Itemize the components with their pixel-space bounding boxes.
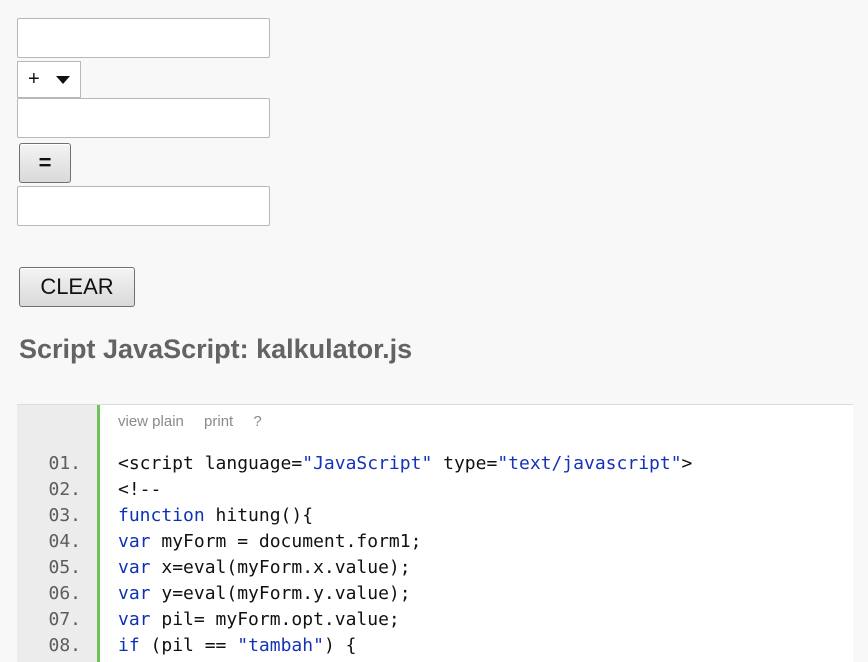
code-token: pil= myForm.opt.value;	[150, 609, 400, 630]
line-number: 07.	[48, 609, 81, 630]
code-token: myForm = document.form1;	[150, 531, 422, 552]
result-field[interactable]	[17, 186, 270, 226]
code-line: 06. var y=eval(myForm.y.value);	[17, 581, 853, 607]
code-token: >	[681, 453, 693, 474]
code-text: var y=eval(myForm.y.value);	[118, 581, 411, 607]
clear-button[interactable]: CLEAR	[19, 267, 135, 307]
code-text: <!--	[118, 477, 161, 503]
code-block: view plain print ? 01. <script language="…	[17, 404, 853, 662]
first-number-input[interactable]	[17, 18, 270, 58]
operator-select[interactable]: +	[17, 61, 81, 98]
page: + = CLEAR Script JavaScript: kalkulator.…	[0, 0, 868, 662]
code-token: ) {	[323, 635, 357, 656]
code-token: y=eval(myForm.y.value);	[150, 583, 411, 604]
code-keyword: if	[118, 635, 140, 656]
code-line: 03. function hitung(){	[17, 503, 853, 529]
code-string: "tambah"	[237, 635, 324, 656]
operator-selected-value: +	[28, 68, 40, 90]
line-number: 06.	[48, 583, 81, 604]
code-toolbar: view plain print ?	[118, 413, 278, 430]
code-token: <script language=	[118, 453, 303, 474]
code-text: var pil= myForm.opt.value;	[118, 607, 400, 633]
code-token: type=	[432, 453, 498, 474]
code-keyword: function	[118, 505, 205, 526]
help-link[interactable]: ?	[253, 413, 261, 430]
line-number: 04.	[48, 531, 81, 552]
code-line: 04. var myForm = document.form1;	[17, 529, 853, 555]
code-token: hitung(){	[204, 505, 314, 526]
equals-button[interactable]: =	[19, 143, 71, 183]
code-string: "text/javascript"	[497, 453, 682, 474]
code-text: <script language="JavaScript" type="text…	[118, 451, 692, 477]
print-link[interactable]: print	[204, 413, 233, 430]
chevron-down-icon	[56, 75, 70, 84]
code-line: 07. var pil= myForm.opt.value;	[17, 607, 853, 633]
code-line: 02. <!--	[17, 477, 853, 503]
code-token: <!--	[118, 479, 162, 500]
code-keyword: var	[118, 609, 151, 630]
view-plain-link[interactable]: view plain	[118, 413, 184, 430]
line-number: 03.	[48, 505, 81, 526]
code-keyword: var	[118, 583, 151, 604]
line-number: 01.	[48, 453, 81, 474]
line-number: 05.	[48, 557, 81, 578]
line-number: 02.	[48, 479, 81, 500]
section-title: Script JavaScript: kalkulator.js	[19, 334, 413, 364]
code-line: 05. var x=eval(myForm.x.value);	[17, 555, 853, 581]
second-number-input[interactable]	[17, 98, 270, 138]
code-text: if (pil == "tambah") {	[118, 633, 356, 659]
code-text: function hitung(){	[118, 503, 313, 529]
code-keyword: var	[118, 531, 151, 552]
code-string: "JavaScript"	[302, 453, 433, 474]
code-text: var myForm = document.form1;	[118, 529, 421, 555]
code-keyword: var	[118, 557, 151, 578]
code-token: x=eval(myForm.x.value);	[150, 557, 411, 578]
code-token: (pil ==	[139, 635, 238, 656]
code-line: 01. <script language="JavaScript" type="t…	[17, 451, 853, 477]
code-line: 08. if (pil == "tambah") {	[17, 633, 853, 659]
code-text: var x=eval(myForm.x.value);	[118, 555, 411, 581]
line-number: 08.	[48, 635, 81, 656]
